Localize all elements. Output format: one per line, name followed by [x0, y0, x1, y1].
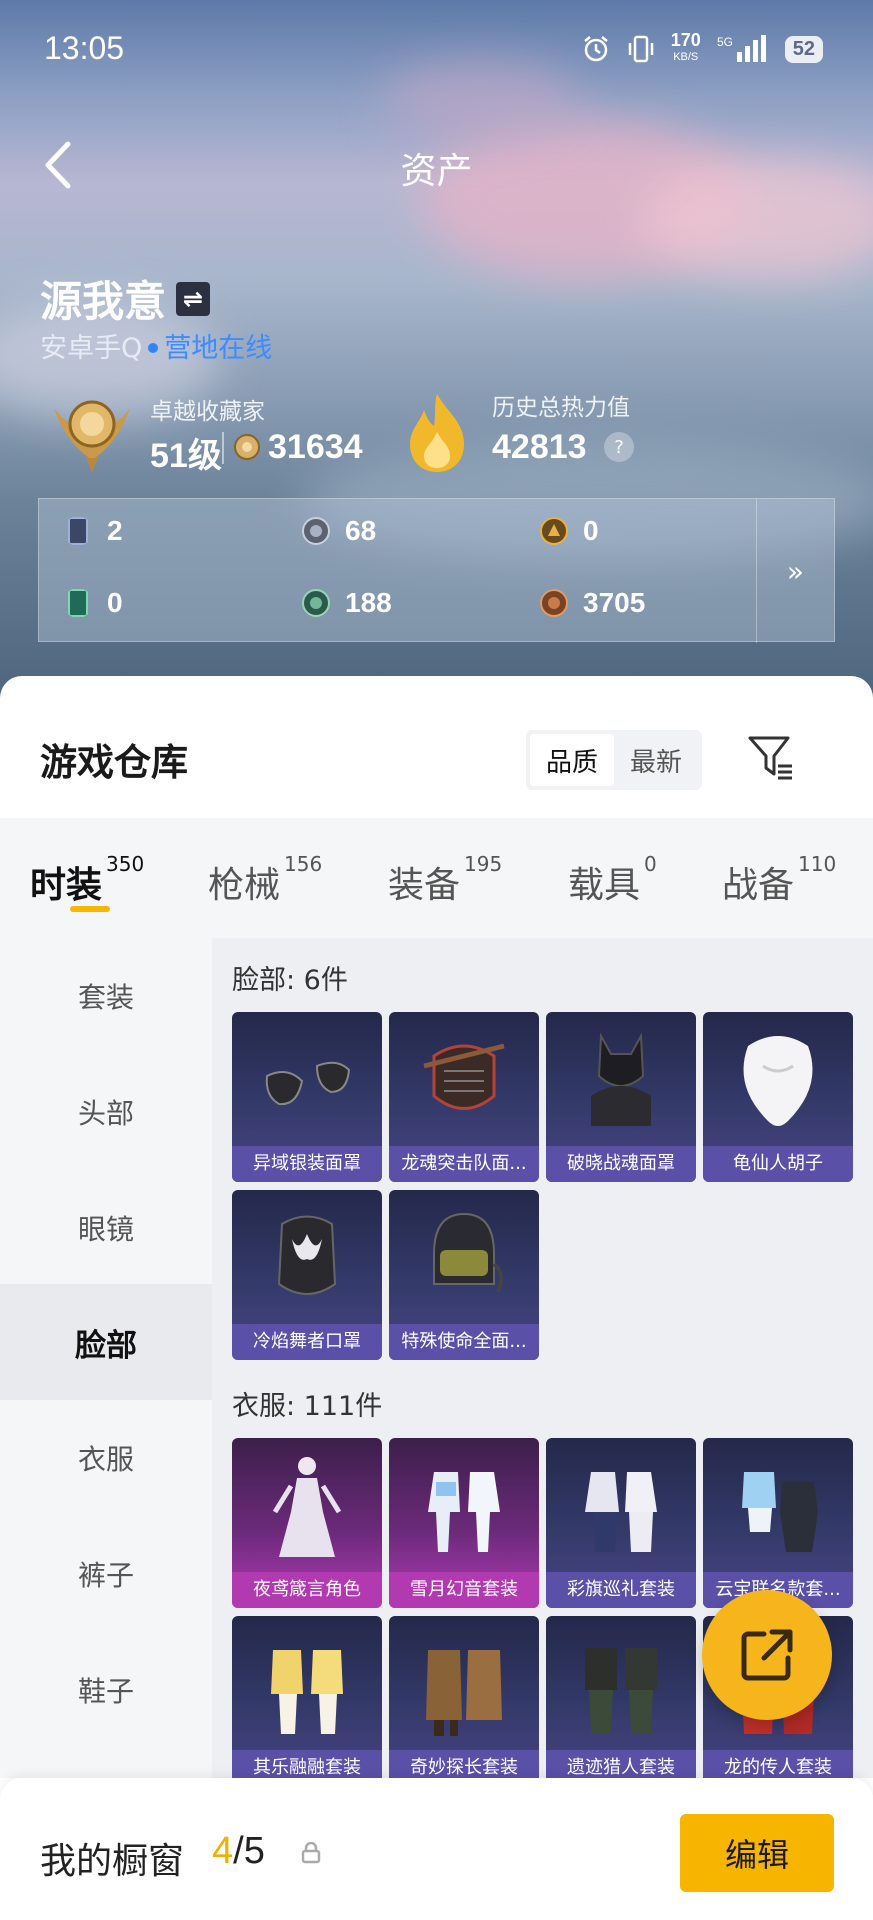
helmet-item-icon: [433, 1212, 504, 1293]
mask-item-icon: [591, 1032, 651, 1126]
page-title: 资产: [400, 151, 473, 192]
mask-item-icon: [423, 1043, 505, 1110]
item-card[interactable]: 特殊使命全面...: [389, 1190, 539, 1360]
currency-item: 68: [301, 515, 376, 547]
outfit-item-icon: [585, 1648, 657, 1734]
item-card[interactable]: 破晓战魂面罩: [546, 1012, 696, 1182]
bronze-coin-icon: [540, 589, 568, 617]
warehouse-title: 游戏仓库: [40, 741, 188, 784]
heat-label: 历史总热力值: [492, 395, 630, 421]
tab-equipment[interactable]: 装备195: [388, 852, 502, 908]
currency-item: 0: [63, 587, 123, 619]
mask-item-icon: [277, 1215, 337, 1295]
active-tab-indicator: [70, 906, 110, 912]
player-subtitle: 安卓手Q 营地在线: [40, 333, 273, 364]
achievement-level: 51级: [150, 437, 222, 475]
section-title-face: 脸部: 6件: [232, 965, 348, 996]
subcategory-sidebar: 套装 头部 眼镜 脸部 衣服 裤子 鞋子: [0, 938, 212, 1778]
sidebar-item-outfit[interactable]: 套装: [0, 938, 212, 1054]
switch-account-icon[interactable]: ⇌: [176, 281, 211, 316]
tab-vehicles[interactable]: 载具0: [568, 852, 657, 908]
more-currencies-button[interactable]: »: [756, 499, 834, 643]
sort-toggle: 品质 最新: [526, 730, 702, 790]
card-icon: [68, 517, 88, 545]
sidebar-item-head[interactable]: 头部: [0, 1054, 212, 1170]
achievement-points: 31634: [268, 428, 363, 466]
item-card[interactable]: 冷焰舞者口罩: [232, 1190, 382, 1360]
item-card[interactable]: 遗迹猎人套装: [546, 1616, 696, 1778]
status-bar: 13:05 170 KB/S 5G 52: [0, 0, 873, 100]
edit-button[interactable]: 编辑: [680, 1814, 834, 1892]
currency-item: 2: [63, 515, 123, 547]
sort-quality-button[interactable]: 品质: [530, 734, 614, 786]
item-card[interactable]: 奇妙探长套装: [389, 1616, 539, 1778]
beard-item-icon: [743, 1036, 813, 1126]
tab-supplies[interactable]: 战备110: [722, 852, 836, 908]
green-coin-icon: [302, 589, 330, 617]
outfit-item-icon: [426, 1650, 502, 1736]
currency-item: 0: [539, 515, 599, 547]
heat-value: 42813: [492, 428, 587, 466]
filter-icon[interactable]: [746, 732, 796, 782]
profile-header: 13:05 170 KB/S 5G 52 资产 源我意 ⇌ 安卓手Q 营地在线 卓越…: [0, 0, 873, 700]
sort-newest-button[interactable]: 最新: [614, 734, 698, 786]
sidebar-item-glasses[interactable]: 眼镜: [0, 1170, 212, 1286]
player-name: 源我意 ⇌: [40, 268, 211, 329]
achievement-label: 卓越收藏家: [150, 399, 265, 425]
vibrate-icon: [628, 35, 653, 63]
item-card[interactable]: 彩旗巡礼套装: [546, 1438, 696, 1608]
clock: 13:05: [44, 30, 125, 66]
outfit-item-icon: [585, 1472, 657, 1552]
item-card[interactable]: 龙魂突击队面...: [389, 1012, 539, 1182]
tab-fashion[interactable]: 时装350: [30, 852, 144, 908]
item-card[interactable]: 雪月幻音套装: [389, 1438, 539, 1608]
battery-indicator: 52: [784, 35, 823, 63]
outfit-item-icon: [428, 1472, 500, 1552]
showcase-label: 我的橱窗: [40, 1841, 185, 1882]
sidebar-item-clothes[interactable]: 衣服: [0, 1400, 212, 1516]
share-button[interactable]: [702, 1590, 832, 1720]
mask-item-icon: [265, 1061, 351, 1106]
silver-coin-icon: [302, 517, 330, 545]
section-title-clothes: 衣服: 111件: [232, 1391, 383, 1422]
svg-text:5G: 5G: [717, 35, 733, 49]
item-card[interactable]: 异域银装面罩: [232, 1012, 382, 1182]
outfit-item-icon: [272, 1457, 342, 1557]
help-icon[interactable]: ?: [604, 432, 634, 462]
points-medal-icon: [234, 434, 260, 460]
currency-panel: 2 68 0 0 188 3705 »: [38, 498, 835, 643]
sidebar-item-shoes[interactable]: 鞋子: [0, 1632, 212, 1748]
collector-badge-icon: [54, 400, 130, 472]
item-card[interactable]: 龟仙人胡子: [703, 1012, 853, 1182]
currency-item: 188: [301, 587, 392, 619]
outfit-item-icon: [742, 1472, 818, 1552]
item-card[interactable]: 夜鸢箴言角色: [232, 1438, 382, 1608]
item-card[interactable]: 云宝联名款套...: [703, 1438, 853, 1608]
tab-weapons[interactable]: 枪械156: [208, 852, 322, 908]
showcase-bar: 我的橱窗 4/5 编辑: [0, 1778, 873, 1920]
heat-flame-icon: [410, 394, 464, 472]
net-speed: 170 KB/S: [670, 30, 701, 63]
outfit-item-icon: [271, 1650, 343, 1734]
alarm-icon: [583, 36, 608, 62]
item-card[interactable]: 其乐融融套装: [232, 1616, 382, 1778]
currency-item: 3705: [539, 587, 645, 619]
showcase-count: 4/5: [212, 1830, 265, 1872]
sidebar-item-pants[interactable]: 裤子: [0, 1516, 212, 1632]
green-card-icon: [68, 589, 88, 617]
category-tabs: 时装350 枪械156 装备195 载具0 战备110: [0, 818, 873, 938]
sidebar-item-face[interactable]: 脸部: [0, 1284, 212, 1400]
share-icon: [741, 1629, 793, 1681]
signal-5g-icon: 5G: [717, 35, 766, 62]
lock-icon: [301, 1842, 321, 1864]
gold-coin-icon: [540, 517, 568, 545]
